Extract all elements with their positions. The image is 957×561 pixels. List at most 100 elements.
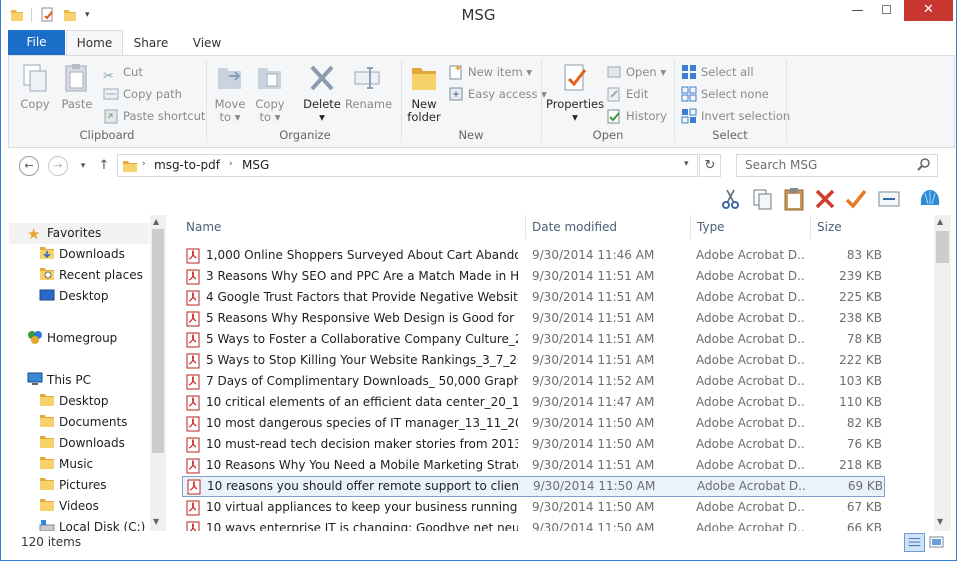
column-header-name[interactable]: Name xyxy=(180,215,524,239)
nav-item-local-disk[interactable]: Local Disk (C:) xyxy=(39,517,145,531)
tab-home[interactable]: Home xyxy=(66,30,123,55)
breadcrumb-msg[interactable]: MSG xyxy=(242,158,269,172)
copy-icon[interactable] xyxy=(751,187,775,211)
column-header-type[interactable]: Type xyxy=(691,215,810,239)
scroll-up-arrow[interactable]: ▲ xyxy=(937,217,943,226)
nav-item-recent-places[interactable]: Recent places xyxy=(39,265,143,286)
nav-item-music[interactable]: Music xyxy=(39,454,93,475)
title-bar: ▾ MSG — ☐ ✕ xyxy=(1,0,956,30)
table-row[interactable]: 10 virtual appliances to keep your busin… xyxy=(182,497,885,518)
nav-item-documents[interactable]: Documents xyxy=(39,412,127,433)
file-date-modified: 9/30/2014 11:51 AM xyxy=(532,458,655,472)
scrollbar-thumb[interactable] xyxy=(936,231,949,263)
table-row[interactable]: 5 Ways to Foster a Collaborative Company… xyxy=(182,329,885,350)
invert-selection-button[interactable]: Invert selection xyxy=(681,107,790,127)
back-button[interactable]: ← xyxy=(19,156,39,176)
nav-item-this-pc[interactable]: This PC xyxy=(27,370,91,391)
table-row[interactable]: 1,000 Online Shoppers Surveyed About Car… xyxy=(182,245,885,266)
table-row[interactable]: 3 Reasons Why SEO and PPC Are a Match Ma… xyxy=(182,266,885,287)
nav-item-homegroup[interactable]: Homegroup xyxy=(27,328,117,349)
nav-pane-scrollbar[interactable]: ▲ ▼ xyxy=(150,215,166,531)
nav-item-videos[interactable]: Videos xyxy=(39,496,99,517)
checkmark-icon[interactable] xyxy=(844,187,868,211)
scrollbar-thumb[interactable] xyxy=(152,229,164,453)
nav-item-desktop-pc[interactable]: Desktop xyxy=(39,391,109,412)
maximize-button[interactable]: ☐ xyxy=(872,0,901,21)
table-row[interactable]: 10 Reasons Why You Need a Mobile Marketi… xyxy=(182,455,885,476)
table-row[interactable]: 7 Days of Complimentary Downloads_ 50,00… xyxy=(182,371,885,392)
table-row[interactable]: 10 critical elements of an efficient dat… xyxy=(182,392,885,413)
nav-item-desktop[interactable]: Desktop xyxy=(39,286,109,307)
paste-shortcut-button[interactable]: Paste shortcut xyxy=(103,107,205,127)
close-button[interactable]: ✕ xyxy=(904,0,953,21)
email-icon[interactable] xyxy=(877,187,901,211)
minimize-button[interactable]: — xyxy=(843,0,872,21)
new-folder-icon xyxy=(412,68,436,90)
scroll-up-arrow[interactable]: ▲ xyxy=(153,217,159,226)
table-row[interactable]: 10 ways enterprise IT is changing: Goodb… xyxy=(182,518,885,531)
nav-item-downloads-pc[interactable]: Downloads xyxy=(39,433,125,454)
pdf-file-icon xyxy=(186,311,200,327)
table-row[interactable]: 10 must-read tech decision maker stories… xyxy=(182,434,885,455)
table-row[interactable]: 10 most dangerous species of IT manager_… xyxy=(182,413,885,434)
column-header-size[interactable]: Size xyxy=(811,215,887,239)
pdf-file-icon xyxy=(186,374,200,390)
move-to-button[interactable]: Move to ▾ xyxy=(213,62,247,124)
edit-button[interactable]: Edit xyxy=(606,85,648,105)
paste-icon[interactable] xyxy=(782,187,806,211)
select-group: Select all Select none Invert selection … xyxy=(675,58,790,145)
paste-button[interactable]: Paste xyxy=(59,62,95,111)
new-item-button[interactable]: New item ▾ xyxy=(448,63,532,83)
nav-item-downloads[interactable]: Downloads xyxy=(39,244,125,265)
new-folder-button[interactable]: New folder xyxy=(406,62,442,124)
file-name: 10 Reasons Why You Need a Mobile Marketi… xyxy=(206,458,518,472)
table-row[interactable]: 5 Ways to Stop Killing Your Website Rank… xyxy=(182,350,885,371)
nav-item-label: Downloads xyxy=(59,247,125,261)
cut-button[interactable]: ✂ Cut xyxy=(103,63,143,84)
delete-button[interactable]: Delete ▾ xyxy=(303,62,341,124)
delete-icon[interactable] xyxy=(813,187,837,211)
search-icon[interactable] xyxy=(917,157,931,173)
large-icons-view-icon[interactable] xyxy=(927,533,946,552)
select-all-button[interactable]: Select all xyxy=(681,63,754,83)
address-bar[interactable]: › msg-to-pdf › MSG ▾ xyxy=(117,154,698,177)
rename-button[interactable]: Rename xyxy=(345,62,392,111)
table-row[interactable]: 4 Google Trust Factors that Provide Nega… xyxy=(182,287,885,308)
recent-locations-button[interactable]: ▾ xyxy=(73,156,93,176)
table-row[interactable]: 5 Reasons Why Responsive Web Design is G… xyxy=(182,308,885,329)
copy-path-button[interactable]: Copy path xyxy=(103,85,182,105)
new-group-label: New xyxy=(458,128,484,142)
file-list-scrollbar[interactable]: ▲ ▼ xyxy=(934,215,951,531)
breadcrumb-msg-to-pdf[interactable]: msg-to-pdf xyxy=(154,158,220,172)
move-to-label: Move xyxy=(214,97,246,111)
copy-to-button[interactable]: Copy to ▾ xyxy=(253,62,287,124)
open-button[interactable]: Open ▾ xyxy=(606,63,666,83)
scroll-down-arrow[interactable]: ▼ xyxy=(153,517,159,526)
table-row[interactable]: 10 reasons you should offer remote suppo… xyxy=(182,476,885,497)
search-input[interactable]: Search MSG xyxy=(736,154,938,177)
scroll-down-arrow[interactable]: ▼ xyxy=(937,517,943,526)
nav-item-pictures[interactable]: Pictures xyxy=(39,475,107,496)
address-history-dropdown[interactable]: ▾ xyxy=(684,159,689,169)
refresh-button[interactable]: ↻ xyxy=(699,154,721,177)
copy-button[interactable]: Copy xyxy=(17,62,53,111)
easy-access-button[interactable]: Easy access ▾ xyxy=(448,85,547,105)
column-header-date-modified[interactable]: Date modified xyxy=(526,215,690,239)
breadcrumb-separator[interactable]: › xyxy=(142,159,146,169)
details-view-icon[interactable] xyxy=(904,533,925,552)
shell-icon[interactable] xyxy=(918,187,942,211)
select-none-button[interactable]: Select none xyxy=(681,85,769,105)
breadcrumb-separator[interactable]: › xyxy=(229,159,233,169)
forward-button[interactable]: → xyxy=(48,156,68,176)
history-icon xyxy=(607,109,620,124)
up-button[interactable]: ↑ xyxy=(94,156,114,176)
properties-button[interactable]: Properties ▾ xyxy=(546,62,604,124)
tab-view[interactable]: View xyxy=(181,31,233,55)
folder-icon xyxy=(40,478,54,490)
history-button[interactable]: History xyxy=(606,107,667,127)
new-group: New folder New item ▾ Easy access ▾ New xyxy=(402,58,547,145)
tab-share[interactable]: Share xyxy=(125,31,177,55)
scissors-icon[interactable] xyxy=(719,187,743,211)
nav-item-favorites[interactable]: ★ Favorites xyxy=(9,223,149,244)
tab-file[interactable]: File xyxy=(8,30,65,55)
